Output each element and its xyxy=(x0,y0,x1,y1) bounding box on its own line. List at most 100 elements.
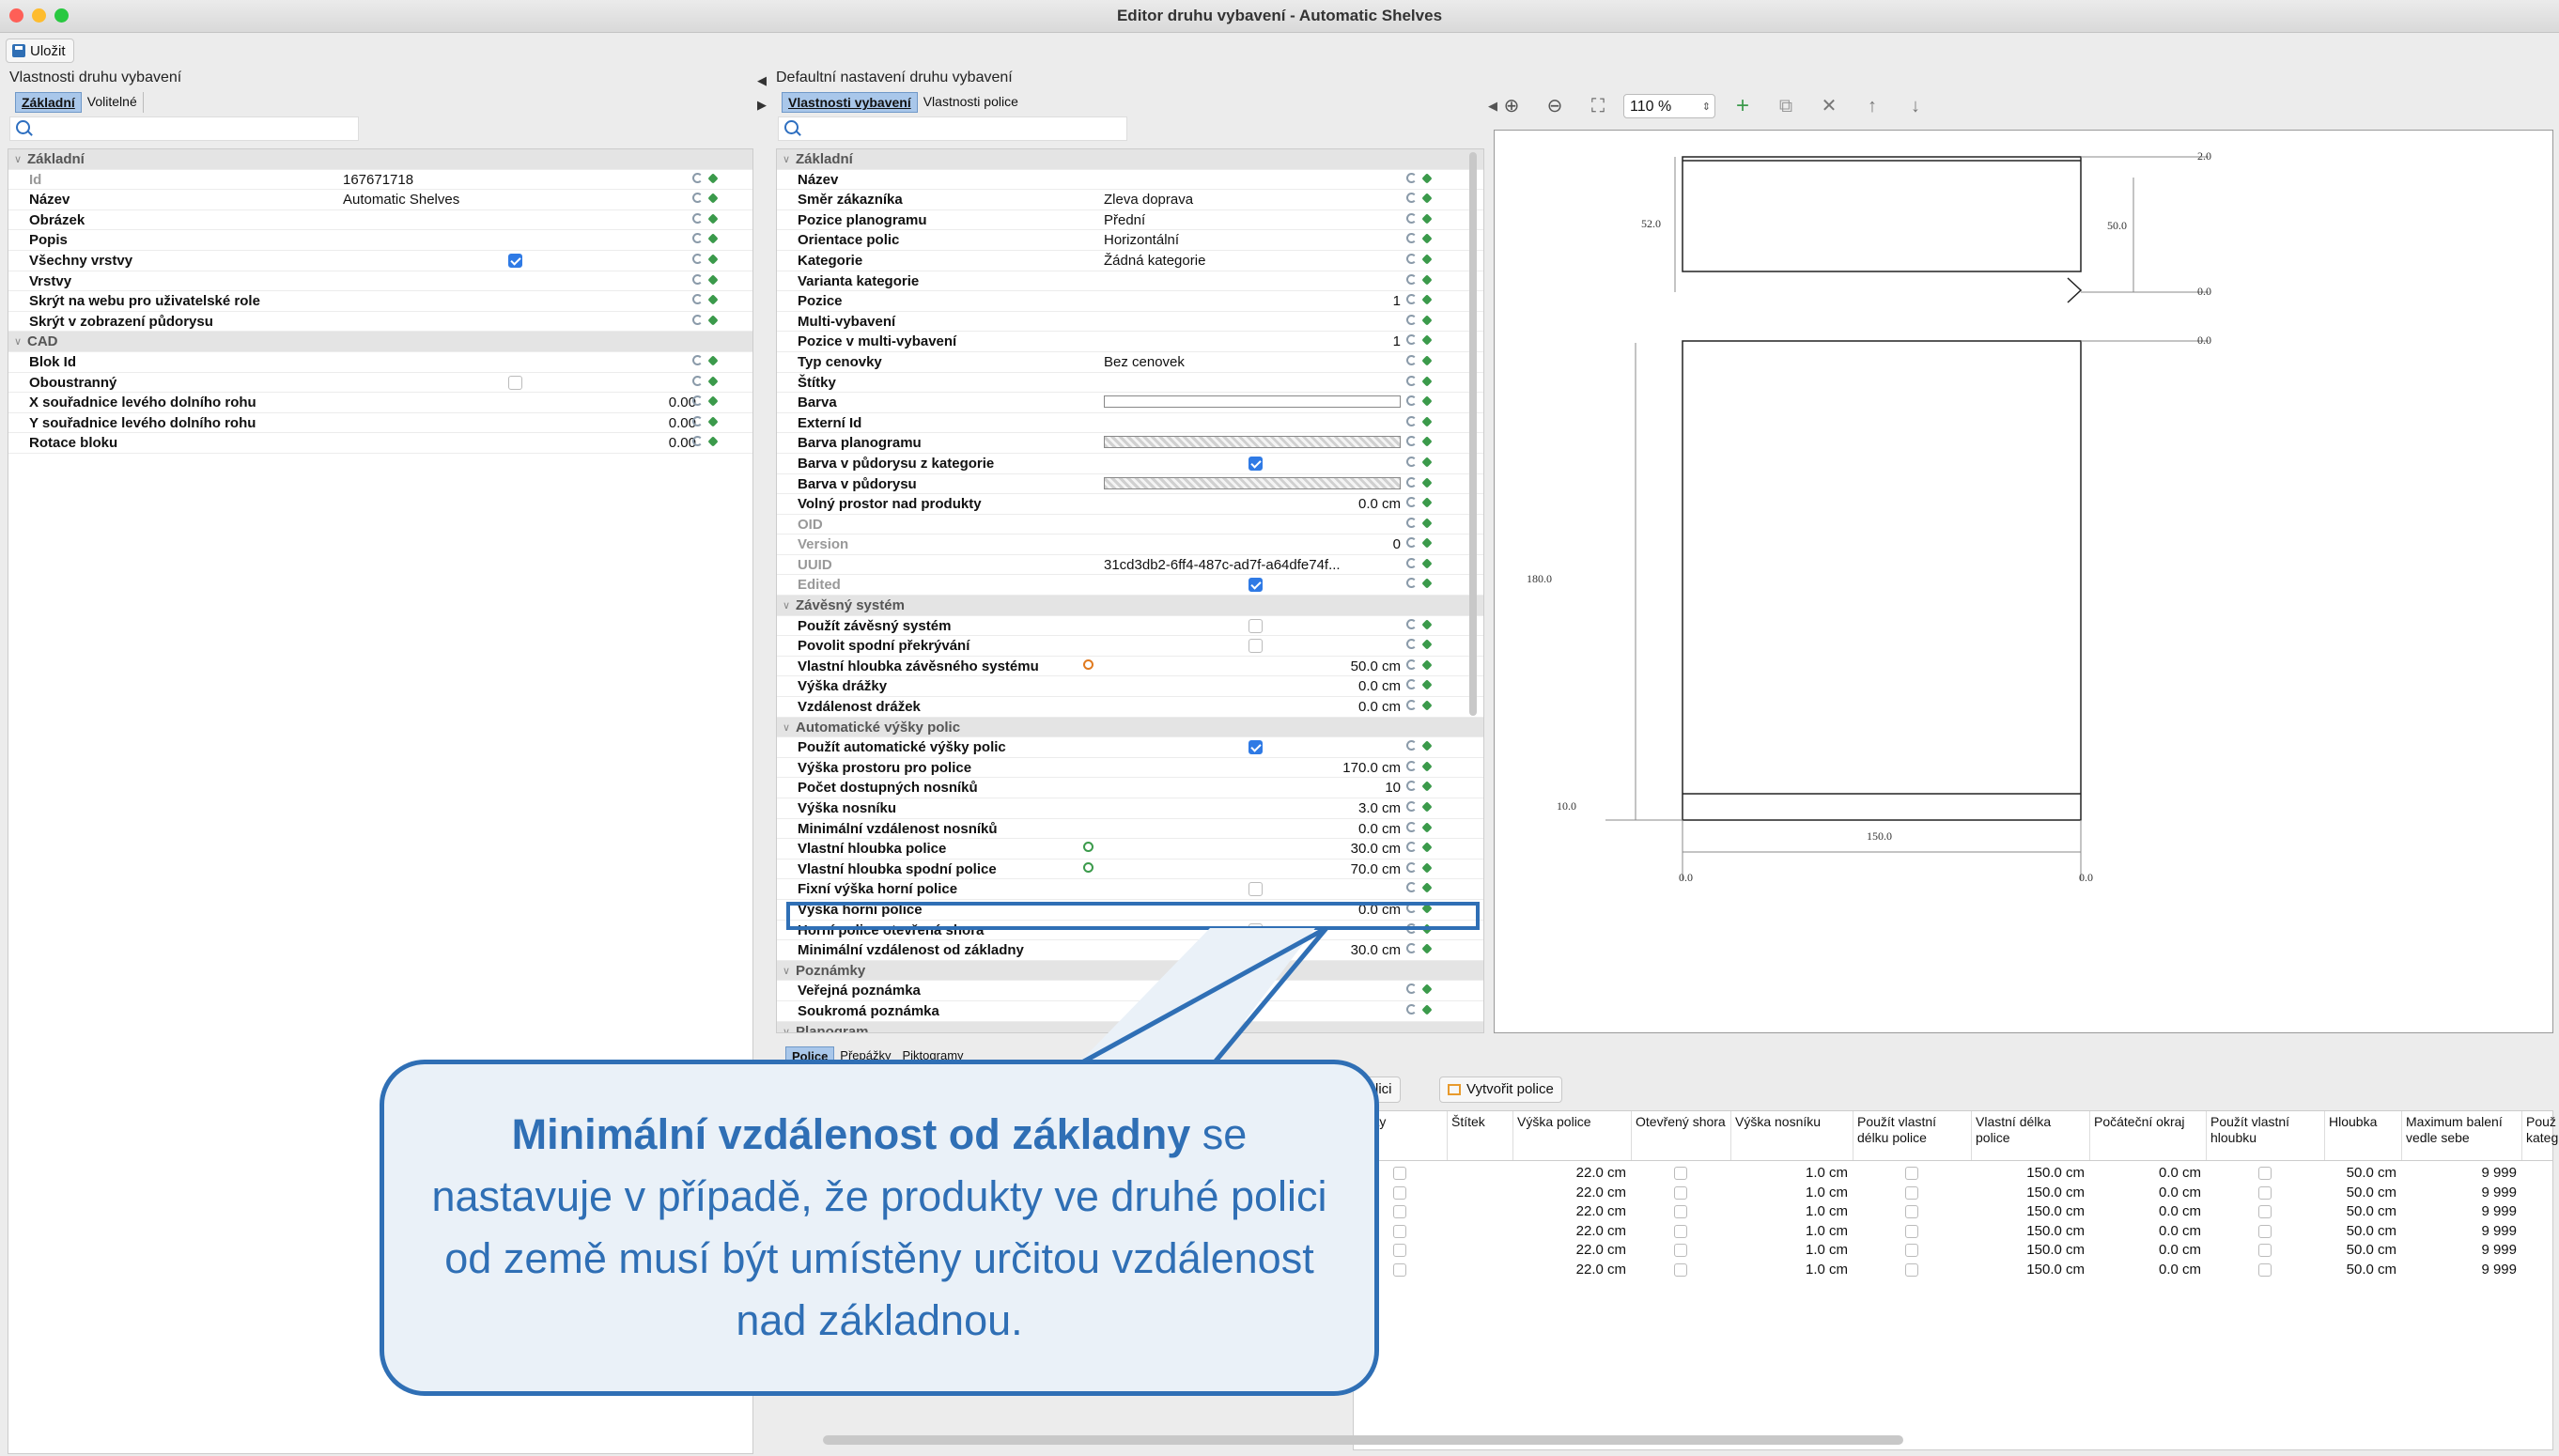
table-cell[interactable]: 0.0 cm xyxy=(2090,1185,2201,1200)
property-row-barva-v-pudorysu-z-kategorie[interactable]: Barva v půdorysu z kategorie xyxy=(777,454,1483,474)
table-cell[interactable]: 22.0 cm xyxy=(1513,1185,1626,1200)
reset-icon[interactable] xyxy=(692,354,703,365)
property-value[interactable]: 1 xyxy=(1393,293,1401,309)
property-row-barva[interactable]: Barva xyxy=(777,393,1483,413)
property-value[interactable]: Zleva doprava xyxy=(1104,192,1193,208)
pin-icon[interactable] xyxy=(1421,842,1433,853)
pin-icon[interactable] xyxy=(1421,355,1433,366)
column-header-vyska-nosniku[interactable]: Výška nosníku xyxy=(1731,1111,1853,1160)
color-swatch[interactable] xyxy=(1104,395,1401,409)
table-checkbox[interactable] xyxy=(1905,1263,1918,1277)
property-row-skryt-v-zobrazeni-pudorysu[interactable]: Skrýt v zobrazení půdorysu xyxy=(8,312,752,333)
property-value[interactable]: 0 xyxy=(1393,536,1401,552)
pin-icon[interactable] xyxy=(1421,659,1433,671)
reset-icon[interactable] xyxy=(1406,700,1417,711)
properties-scrollbar[interactable] xyxy=(1469,152,1477,716)
property-row-stitky[interactable]: Štítky xyxy=(777,373,1483,394)
property-value[interactable]: 0.0 cm xyxy=(1358,821,1401,837)
column-header-pocatecni-okraj[interactable]: Počáteční okraj xyxy=(2090,1111,2207,1160)
table-cell[interactable]: 0.0 cm xyxy=(2090,1165,2201,1181)
reset-icon[interactable] xyxy=(1406,294,1417,305)
property-value[interactable]: 0.0 cm xyxy=(1358,699,1401,715)
pin-icon[interactable] xyxy=(1421,254,1433,265)
table-checkbox[interactable] xyxy=(1393,1167,1406,1180)
pin-icon[interactable] xyxy=(1421,416,1433,427)
table-cell[interactable]: 1.0 cm xyxy=(1731,1185,1848,1200)
zoom-in-icon[interactable]: ⊕ xyxy=(1499,94,1524,118)
property-row-uuid[interactable]: UUID 31cd3db2-6ff4-487c-ad7f-a64dfe74f... xyxy=(777,555,1483,576)
property-row-pocet-dostupnych-nosniku[interactable]: Počet dostupných nosníků 10 xyxy=(777,778,1483,798)
column-header-hloubka[interactable]: Hloubka xyxy=(2325,1111,2402,1160)
column-header-vlastni-delka-police[interactable]: Vlastní délka police xyxy=(1972,1111,2090,1160)
reset-icon[interactable] xyxy=(1406,233,1417,244)
table-checkbox[interactable] xyxy=(1393,1244,1406,1258)
column-header-pouz-kateg[interactable]: Použ kateg xyxy=(2522,1111,2559,1160)
tab-optional[interactable]: Volitelné xyxy=(82,92,144,113)
pin-icon[interactable] xyxy=(1421,740,1433,751)
group-header-cad[interactable]: ∨ CAD xyxy=(8,332,752,352)
table-checkbox[interactable] xyxy=(1674,1185,1687,1200)
property-checkbox[interactable] xyxy=(508,375,522,390)
property-value[interactable]: Horizontální xyxy=(1104,232,1179,248)
property-value[interactable]: 1 xyxy=(1393,333,1401,349)
pin-icon[interactable] xyxy=(1421,558,1433,569)
pin-icon[interactable] xyxy=(1421,618,1433,630)
pin-icon[interactable] xyxy=(707,375,719,387)
add-icon[interactable]: + xyxy=(1730,94,1755,118)
reset-icon[interactable] xyxy=(1406,842,1417,853)
property-row-orientace-polic[interactable]: Orientace polic Horizontální xyxy=(777,230,1483,251)
reset-icon[interactable] xyxy=(1406,436,1417,447)
pin-icon[interactable] xyxy=(1421,801,1433,813)
table-checkbox[interactable] xyxy=(2258,1224,2272,1238)
property-value[interactable]: 0.0 cm xyxy=(1358,678,1401,694)
reset-icon[interactable] xyxy=(1406,801,1417,812)
property-value[interactable]: 0.0 cm xyxy=(1358,496,1401,512)
tab-equipment-properties[interactable]: Vlastnosti vybavení xyxy=(782,92,918,113)
table-checkbox[interactable] xyxy=(1674,1205,1687,1219)
chevron-down-icon[interactable]: ∨ xyxy=(14,153,22,165)
column-header-otevreny-shora[interactable]: Otevřený shora xyxy=(1632,1111,1731,1160)
reset-icon[interactable] xyxy=(1406,760,1417,771)
property-value[interactable]: 31cd3db2-6ff4-487c-ad7f-a64dfe74f... xyxy=(1104,557,1341,573)
table-cell[interactable]: 9 999 xyxy=(2402,1165,2517,1181)
table-checkbox[interactable] xyxy=(1674,1167,1687,1180)
property-row-oboustranny[interactable]: Oboustranný xyxy=(8,373,752,394)
table-checkbox[interactable] xyxy=(1905,1185,1918,1200)
reset-icon[interactable] xyxy=(692,273,703,285)
reset-icon[interactable] xyxy=(1406,253,1417,264)
table-cell[interactable]: 50.0 cm xyxy=(2325,1262,2396,1278)
property-checkbox[interactable] xyxy=(1248,740,1263,755)
reset-icon[interactable] xyxy=(692,314,703,325)
equipment-drawing[interactable]: 2.0 52.0 50.0 0.0 0.0 180.0 10.0 150.0 0… xyxy=(1494,130,2553,1033)
table-cell[interactable]: 150.0 cm xyxy=(1972,1203,2085,1219)
reset-icon[interactable] xyxy=(1406,354,1417,365)
reset-icon[interactable] xyxy=(1406,497,1417,508)
table-cell[interactable]: 1.0 cm xyxy=(1731,1203,1848,1219)
table-cell[interactable]: 0.0 cm xyxy=(2090,1242,2201,1258)
group-header-zakladni[interactable]: ∨ Základní xyxy=(8,149,752,170)
property-value[interactable]: Žádná kategorie xyxy=(1104,253,1205,269)
pin-icon[interactable] xyxy=(1421,436,1433,447)
reset-icon[interactable] xyxy=(1406,781,1417,792)
column-header-vyska-police[interactable]: Výška police xyxy=(1513,1111,1632,1160)
reset-icon[interactable] xyxy=(1406,273,1417,285)
reset-icon[interactable] xyxy=(1406,375,1417,386)
reset-icon[interactable] xyxy=(1406,537,1417,549)
property-value[interactable]: Bez cenovek xyxy=(1104,354,1185,370)
table-checkbox[interactable] xyxy=(2258,1185,2272,1200)
table-cell[interactable]: 9 999 xyxy=(2402,1203,2517,1219)
table-cell[interactable]: 50.0 cm xyxy=(2325,1223,2396,1239)
table-cell[interactable]: 50.0 cm xyxy=(2325,1242,2396,1258)
property-value[interactable]: 170.0 cm xyxy=(1342,760,1401,776)
pin-icon[interactable] xyxy=(1421,213,1433,225)
reset-icon[interactable] xyxy=(692,212,703,224)
pin-icon[interactable] xyxy=(1421,984,1433,996)
pin-icon[interactable] xyxy=(1421,273,1433,286)
reset-icon[interactable] xyxy=(1406,882,1417,893)
table-cell[interactable]: 22.0 cm xyxy=(1513,1223,1626,1239)
pin-icon[interactable] xyxy=(1421,639,1433,650)
pin-icon[interactable] xyxy=(707,254,719,265)
property-row-varianta-kategorie[interactable]: Varianta kategorie xyxy=(777,271,1483,292)
table-cell[interactable]: 22.0 cm xyxy=(1513,1242,1626,1258)
pin-icon[interactable] xyxy=(707,172,719,184)
